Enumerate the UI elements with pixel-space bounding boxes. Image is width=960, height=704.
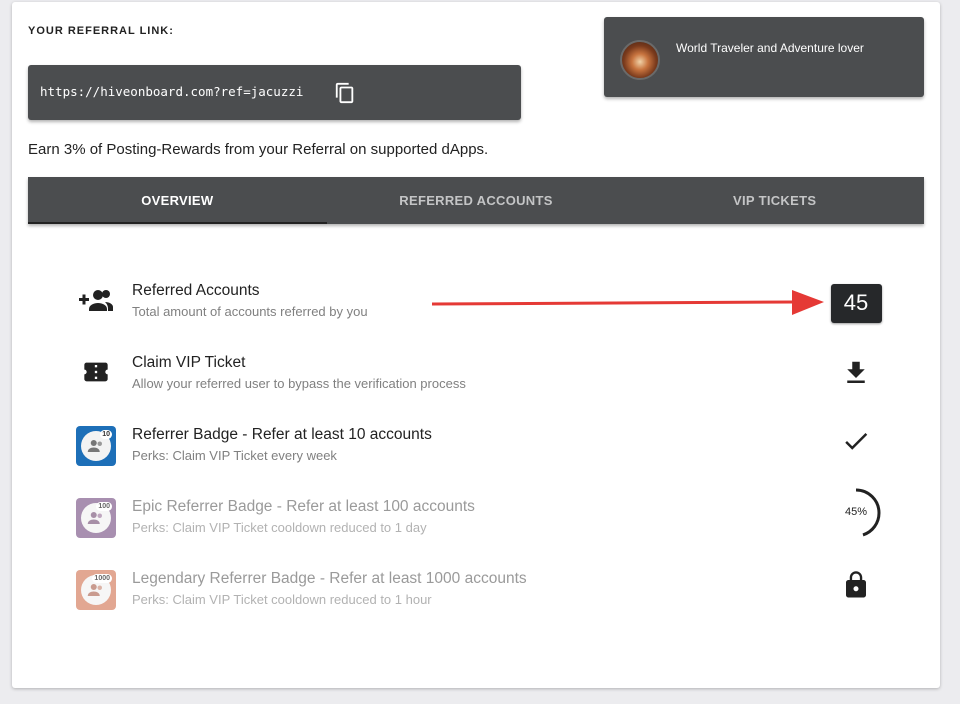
referral-link-text[interactable]: https://hiveonboard.com?ref=jacuzzi [40, 84, 303, 99]
badge-number: 1000 [92, 574, 112, 583]
referred-count: 45 [830, 283, 882, 323]
referrer-badge-row: 10 Referrer Badge - Refer at least 10 ac… [74, 426, 884, 476]
lock-icon [828, 562, 884, 608]
tab-bar: OVERVIEW REFERRED ACCOUNTS VIP TICKETS [28, 177, 924, 224]
profile-about: World Traveler and Adventure lover [676, 41, 864, 55]
row-title: Epic Referrer Badge - Refer at least 100… [132, 498, 475, 515]
avatar [620, 40, 660, 80]
row-title: Legendary Referrer Badge - Refer at leas… [132, 570, 527, 587]
row-title: Claim VIP Ticket [132, 354, 246, 371]
copy-icon[interactable] [334, 81, 356, 105]
red-arrow-annotation [431, 290, 824, 315]
badge-number: 10 [100, 430, 112, 439]
row-subtitle: Perks: Claim VIP Ticket cooldown reduced… [132, 592, 432, 607]
legendary-referrer-badge-row: 1000 Legendary Referrer Badge - Refer at… [74, 570, 884, 620]
tab-vip-tickets[interactable]: VIP TICKETS [625, 177, 924, 224]
group-add-icon [74, 278, 118, 322]
epic-referrer-badge-row: 100 Epic Referrer Badge - Refer at least… [74, 488, 884, 548]
profile-card: World Traveler and Adventure lover [604, 17, 924, 97]
ticket-icon [74, 350, 118, 394]
tab-overview[interactable]: OVERVIEW [28, 177, 327, 224]
row-subtitle: Perks: Claim VIP Ticket every week [132, 448, 337, 463]
check-icon [828, 418, 884, 464]
earn-description: Earn 3% of Posting-Rewards from your Ref… [28, 141, 489, 158]
tab-referred-accounts[interactable]: REFERRED ACCOUNTS [327, 177, 626, 224]
badge-100-icon: 100 [74, 496, 118, 540]
referred-count-container: 45 [828, 280, 884, 326]
row-title: Referrer Badge - Refer at least 10 accou… [132, 426, 432, 443]
badge-1000-icon: 1000 [74, 568, 118, 612]
progress-label: 45% [844, 506, 868, 518]
row-title: Referred Accounts [132, 282, 260, 299]
progress-circle: 45% [828, 486, 884, 540]
row-subtitle: Perks: Claim VIP Ticket cooldown reduced… [132, 520, 427, 535]
row-subtitle: Total amount of accounts referred by you [132, 304, 368, 319]
claim-vip-ticket-row: Claim VIP Ticket Allow your referred use… [74, 354, 884, 404]
download-icon[interactable] [828, 350, 884, 396]
badge-number: 100 [96, 502, 112, 511]
row-subtitle: Allow your referred user to bypass the v… [132, 376, 466, 391]
badge-10-icon: 10 [74, 424, 118, 468]
referral-link-box: https://hiveonboard.com?ref=jacuzzi [28, 65, 521, 120]
referral-link-heading: YOUR REFERRAL LINK: [28, 25, 174, 37]
